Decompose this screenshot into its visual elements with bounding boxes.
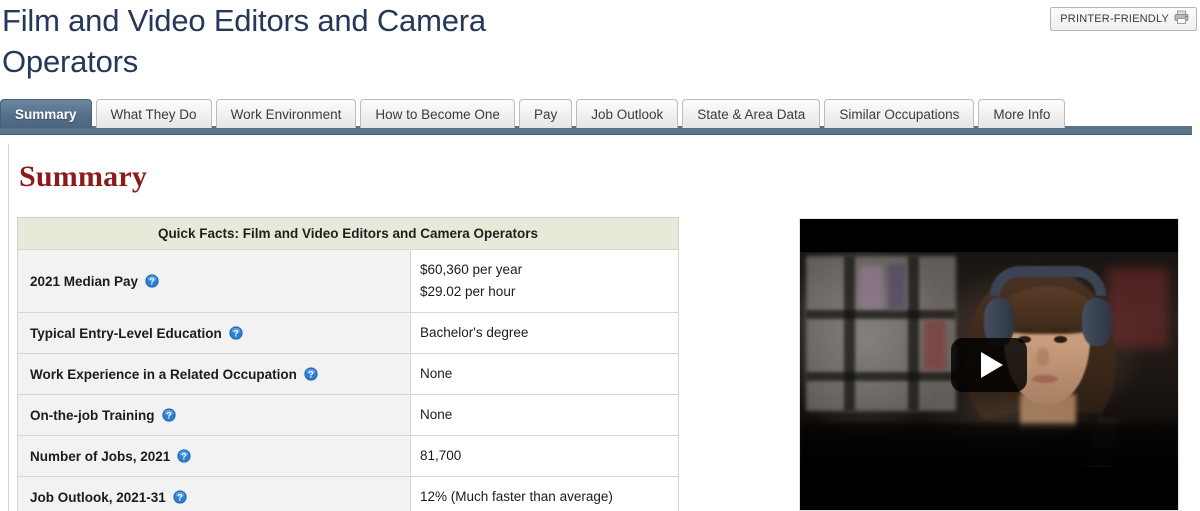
video-desk [800, 423, 1178, 467]
svg-text:?: ? [233, 328, 239, 338]
tab-state-area-data[interactable]: State & Area Data [682, 99, 821, 128]
quick-facts-row-value: 12% (Much faster than average) [410, 476, 679, 511]
video-shelf-divider [806, 372, 956, 381]
quick-facts-row-label: Work Experience in a Related Occupation? [17, 353, 411, 395]
help-question-icon[interactable]: ? [176, 448, 192, 464]
tab-bar: Summary What They Do Work Environment How t… [0, 99, 1192, 135]
video-shelf-item [888, 264, 906, 310]
quick-facts-caption: Quick Facts: Film and Video Editors and … [17, 217, 679, 249]
svg-text:?: ? [182, 451, 188, 461]
help-question-icon[interactable]: ? [228, 325, 244, 341]
table-row: Work Experience in a Related Occupation?… [17, 353, 679, 395]
quick-facts-label-group: On-the-job Training? [30, 407, 177, 423]
video-player[interactable] [799, 218, 1179, 511]
headphone-earcup [1082, 298, 1112, 346]
tab-list: Summary What They Do Work Environment How t… [0, 99, 1069, 128]
video-shelf-item [860, 266, 882, 308]
tab-how-to-become-one[interactable]: How to Become One [360, 99, 515, 128]
quick-facts-value-line: 81,700 [420, 448, 462, 463]
help-question-icon[interactable]: ? [144, 273, 160, 289]
quick-facts-row-value: 81,700 [410, 435, 679, 477]
quick-facts-value-line: 12% (Much faster than average) [420, 489, 613, 504]
quick-facts-label-group: Job Outlook, 2021-31? [30, 489, 188, 505]
quick-facts-row-label: Number of Jobs, 2021? [17, 435, 411, 477]
quick-facts-row-value: None [410, 353, 679, 395]
video-shelf-divider [844, 256, 855, 411]
quick-facts-label-text: On-the-job Training [30, 407, 155, 423]
svg-text:?: ? [149, 276, 155, 286]
quick-facts-label-group: Typical Entry-Level Education? [30, 325, 244, 341]
quick-facts-value-line: $29.02 per hour [420, 284, 516, 299]
quick-facts-row-label: Job Outlook, 2021-31? [17, 476, 411, 511]
quick-facts-label-text: Number of Jobs, 2021 [30, 448, 171, 464]
tab-summary[interactable]: Summary [0, 99, 92, 128]
section-heading: Summary [19, 160, 148, 193]
person-eyebrow [1016, 328, 1032, 331]
tab-work-environment[interactable]: Work Environment [215, 99, 357, 128]
quick-facts-value-line: Bachelor's degree [420, 325, 529, 340]
page-root: Film and Video Editors and Camera Operat… [0, 0, 1200, 511]
printer-icon [1174, 10, 1189, 29]
quick-facts-label-group: Number of Jobs, 2021? [30, 448, 192, 464]
person-eyebrow [1052, 328, 1068, 331]
video-shelf-divider [806, 310, 956, 319]
table-row: On-the-job Training? None [17, 394, 679, 436]
quick-facts-label-group: Work Experience in a Related Occupation? [30, 366, 319, 382]
quick-facts-row-value: Bachelor's degree [410, 312, 679, 354]
help-question-icon[interactable]: ? [172, 489, 188, 505]
help-question-icon[interactable]: ? [303, 366, 319, 382]
video-shelf-divider [908, 256, 919, 411]
table-row: 2021 Median Pay? $60,360 per year $29.02 p… [17, 249, 679, 313]
quick-facts-row-value: $60,360 per year $29.02 per hour [410, 249, 679, 313]
quick-facts-row-value: None [410, 394, 679, 436]
quick-facts-value-line: None [420, 366, 453, 381]
table-row: Typical Entry-Level Education? Bachelor's… [17, 312, 679, 354]
quick-facts-label-group: 2021 Median Pay? [30, 273, 160, 289]
quick-facts-row-label: 2021 Median Pay? [17, 249, 411, 313]
quick-facts-value-line: None [420, 407, 453, 422]
play-triangle-icon [980, 351, 1003, 378]
quick-facts-value-line: $60,360 per year [420, 262, 523, 277]
svg-text:?: ? [166, 410, 172, 420]
video-frame [800, 219, 1178, 510]
table-row: Job Outlook, 2021-31? 12% (Much faster th… [17, 476, 679, 511]
quick-facts-row-label: Typical Entry-Level Education? [17, 312, 411, 354]
quick-facts-row-label: On-the-job Training? [17, 394, 411, 436]
tab-more-info[interactable]: More Info [978, 99, 1066, 128]
quick-facts-table: Quick Facts: Film and Video Editors and … [17, 217, 679, 511]
person-mouth [1032, 375, 1058, 383]
page-header: Film and Video Editors and Camera Operat… [0, 0, 1200, 96]
person-eye [1054, 336, 1067, 343]
person-nose [1037, 348, 1049, 366]
quick-facts-label-text: Job Outlook, 2021-31 [30, 489, 166, 505]
help-question-icon[interactable]: ? [160, 407, 177, 423]
tab-what-they-do[interactable]: What They Do [95, 99, 212, 128]
table-row: Number of Jobs, 2021? 81,700 [17, 435, 679, 477]
printer-friendly-label: PRINTER-FRIENDLY [1060, 13, 1169, 25]
tab-similar-occupations[interactable]: Similar Occupations [824, 99, 975, 128]
main-content: Summary Quick Facts: Film and Video Edit… [8, 144, 1192, 511]
tab-job-outlook[interactable]: Job Outlook [576, 99, 679, 128]
printer-friendly-button[interactable]: PRINTER-FRIENDLY [1050, 7, 1197, 31]
page-title: Film and Video Editors and Camera Operat… [2, 3, 486, 79]
headphone-band [990, 266, 1106, 296]
quick-facts-label-text: Typical Entry-Level Education [30, 325, 222, 341]
svg-text:?: ? [308, 369, 314, 379]
quick-facts-label-text: Work Experience in a Related Occupation [30, 366, 297, 382]
play-button[interactable] [951, 337, 1027, 392]
svg-text:?: ? [177, 492, 183, 502]
quick-facts-label-text: 2021 Median Pay [30, 273, 139, 289]
tab-pay[interactable]: Pay [518, 99, 573, 128]
